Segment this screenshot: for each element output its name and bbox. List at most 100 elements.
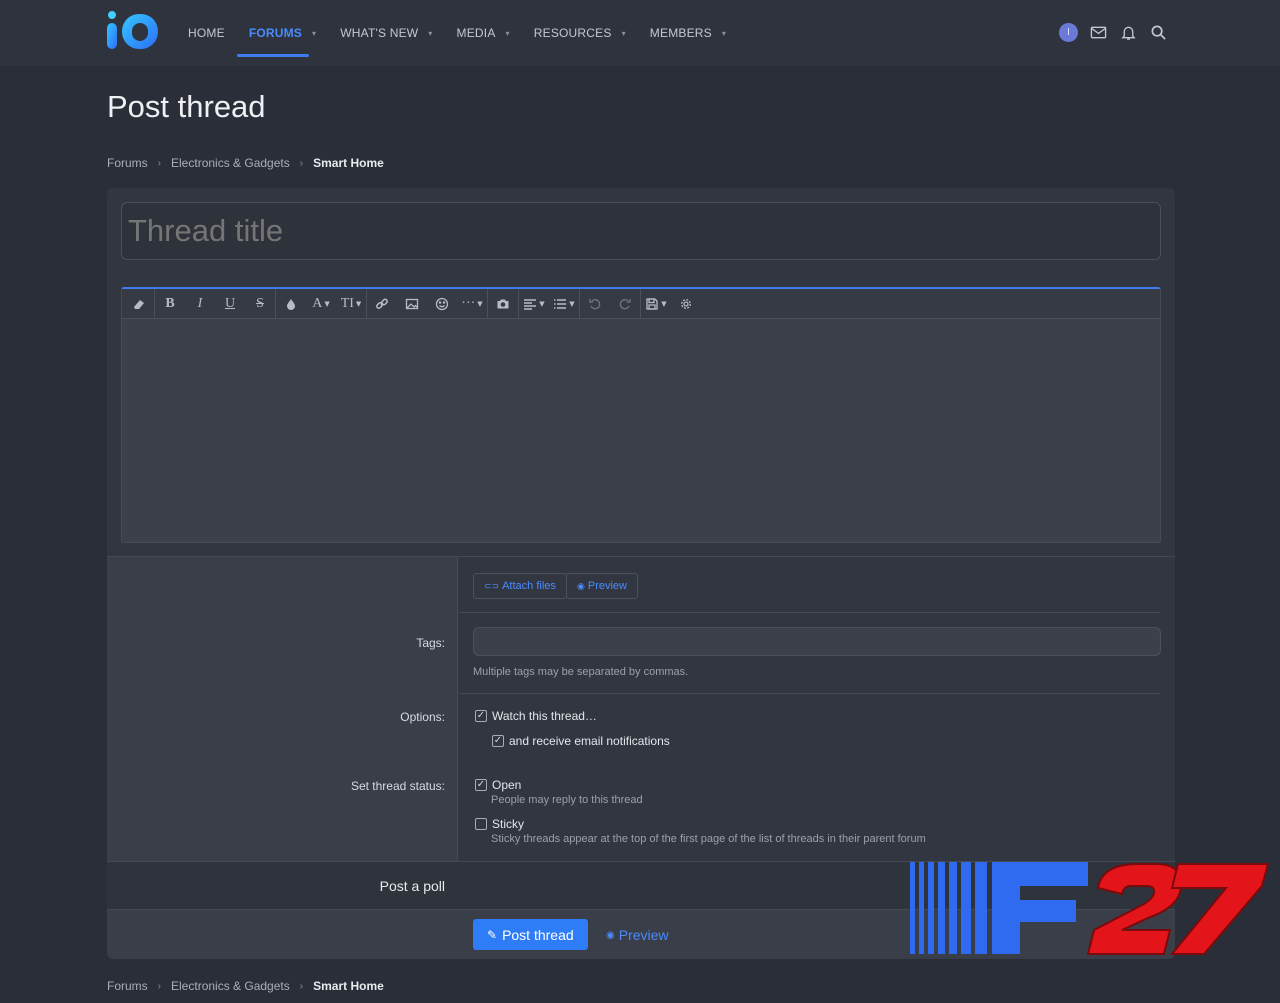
checkbox-checked-icon[interactable]: ✓ (475, 779, 487, 791)
divider (459, 612, 1161, 613)
main-nav: HOME FORUMS ▾ WHAT'S NEW ▾ MEDIA ▾ RESOU… (176, 0, 738, 66)
post-thread-form: B I U S A▼ TI▼ ···▼ (107, 188, 1175, 959)
post-thread-button[interactable]: ✎ Post thread (473, 919, 588, 950)
nav-members-label: MEMBERS (649, 26, 712, 40)
chevron-right-icon: › (299, 980, 304, 992)
form-rows: ⊂⊃ Attach files ◉ Preview Tags: Multiple… (107, 556, 1175, 862)
paperclip-icon: ⊂⊃ (484, 580, 500, 591)
pencil-icon: ✎ (487, 927, 498, 942)
drafts-icon[interactable]: ▼ (641, 289, 671, 319)
nav-whats-new-label: WHAT'S NEW (340, 26, 419, 40)
open-checkbox[interactable]: ✓ Open (475, 778, 521, 792)
mail-icon[interactable] (1088, 22, 1108, 42)
undo-icon[interactable] (580, 289, 610, 319)
nav-home[interactable]: HOME (176, 0, 237, 66)
open-hint: People may reply to this thread (491, 794, 643, 806)
nav-resources-label: RESOURCES (533, 26, 612, 40)
tags-label: Tags: (416, 636, 445, 650)
chevron-right-icon: › (157, 157, 162, 169)
nav-forums[interactable]: FORUMS ▾ (236, 0, 328, 66)
email-notifications-label: and receive email notifications (509, 734, 670, 748)
settings-icon[interactable] (671, 289, 701, 319)
preview-button[interactable]: ◉ Preview (566, 573, 638, 599)
font-family-icon[interactable]: A ▼ (306, 289, 336, 319)
chevron-down-icon[interactable]: ▾ (722, 29, 726, 38)
thread-status-label: Set thread status: (350, 779, 445, 793)
sticky-label: Sticky (492, 817, 525, 831)
breadcrumb-electronics[interactable]: Electronics & Gadgets (171, 156, 290, 170)
camera-icon[interactable] (488, 289, 518, 319)
eye-icon: ◉ (606, 929, 615, 941)
image-icon[interactable] (397, 289, 427, 319)
tags-input[interactable] (473, 627, 1161, 656)
font-size-icon[interactable]: TI ▼ (336, 289, 366, 319)
strikethrough-icon[interactable]: S (245, 289, 275, 319)
message-editor: B I U S A ▼ TI ▼ ··· ▼ ▼ ▼ ▼ (121, 287, 1161, 543)
link-icon[interactable] (367, 289, 397, 319)
sticky-hint: Sticky threads appear at the top of the … (491, 833, 926, 845)
chevron-down-icon[interactable]: ▾ (428, 29, 432, 38)
nav-members[interactable]: MEMBERS ▾ (638, 0, 738, 66)
active-nav-indicator (236, 54, 309, 57)
breadcrumb-smart-home[interactable]: Smart Home (313, 156, 384, 170)
divider (459, 693, 1161, 694)
checkbox-checked-icon[interactable]: ✓ (492, 735, 504, 747)
bell-icon[interactable] (1118, 22, 1138, 42)
emoji-icon[interactable] (427, 289, 457, 319)
nav-media-label: MEDIA (456, 26, 496, 40)
user-nav: I (1059, 22, 1168, 42)
nav-resources[interactable]: RESOURCES ▾ (522, 0, 638, 66)
breadcrumb-electronics[interactable]: Electronics & Gadgets (171, 979, 290, 993)
underline-icon[interactable]: U (215, 289, 245, 319)
thread-title-input[interactable] (121, 202, 1161, 260)
nav-media[interactable]: MEDIA ▾ (445, 0, 522, 66)
more-icon[interactable]: ··· ▼ (457, 289, 487, 319)
breadcrumb: Forums › Electronics & Gadgets › Smart H… (107, 156, 384, 170)
editor-toolbar: B I U S A ▼ TI ▼ ··· ▼ ▼ ▼ ▼ (122, 288, 1160, 319)
open-label: Open (492, 778, 522, 792)
nav-forums-label: FORUMS (248, 26, 303, 40)
label-column (107, 557, 458, 861)
tags-hint: Multiple tags may be separated by commas… (473, 666, 689, 678)
nav-home-label: HOME (188, 26, 225, 40)
editor-content-area[interactable] (122, 319, 1160, 543)
avatar[interactable]: I (1059, 22, 1078, 42)
chevron-down-icon[interactable]: ▾ (506, 29, 510, 38)
color-icon[interactable] (276, 289, 306, 319)
breadcrumb-bottom: Forums › Electronics & Gadgets › Smart H… (107, 979, 384, 993)
list-icon[interactable]: ▼ (549, 289, 579, 319)
align-icon[interactable]: ▼ (519, 289, 549, 319)
watch-thread-label: Watch this thread… (492, 709, 597, 723)
breadcrumb-smart-home[interactable]: Smart Home (313, 979, 384, 993)
chevron-down-icon[interactable]: ▾ (622, 29, 626, 38)
breadcrumb-forums[interactable]: Forums (107, 156, 148, 170)
checkbox-checked-icon[interactable]: ✓ (475, 710, 487, 722)
preview-label: Preview (587, 580, 627, 592)
preview-link-label: Preview (618, 927, 669, 943)
post-poll-toggle[interactable]: Post a poll (380, 878, 445, 894)
bold-icon[interactable]: B (155, 289, 185, 319)
eraser-icon[interactable] (124, 289, 154, 319)
attach-files-button[interactable]: ⊂⊃ Attach files (473, 573, 567, 599)
post-thread-label: Post thread (502, 926, 574, 943)
nav-whats-new[interactable]: WHAT'S NEW ▾ (328, 0, 444, 66)
checkbox-unchecked-icon[interactable] (475, 818, 487, 830)
chevron-right-icon: › (299, 157, 304, 169)
watch-thread-checkbox[interactable]: ✓ Watch this thread… (475, 709, 597, 723)
search-icon[interactable] (1148, 22, 1168, 42)
italic-icon[interactable]: I (185, 289, 215, 319)
f27-watermark-logo (910, 862, 1270, 955)
preview-link-button[interactable]: ◉ Preview (606, 927, 669, 943)
chevron-right-icon: › (157, 980, 162, 992)
top-navigation-bar: HOME FORUMS ▾ WHAT'S NEW ▾ MEDIA ▾ RESOU… (0, 0, 1280, 66)
redo-icon[interactable] (610, 289, 640, 319)
chevron-down-icon[interactable]: ▾ (312, 29, 316, 38)
attach-files-label: Attach files (502, 580, 556, 592)
site-logo[interactable] (106, 11, 160, 51)
email-notifications-checkbox[interactable]: ✓ and receive email notifications (492, 734, 670, 748)
options-label: Options: (400, 710, 445, 724)
eye-icon: ◉ (577, 580, 585, 591)
sticky-checkbox[interactable]: Sticky (475, 817, 524, 831)
breadcrumb-forums[interactable]: Forums (107, 979, 148, 993)
page-title: Post thread (107, 89, 266, 124)
